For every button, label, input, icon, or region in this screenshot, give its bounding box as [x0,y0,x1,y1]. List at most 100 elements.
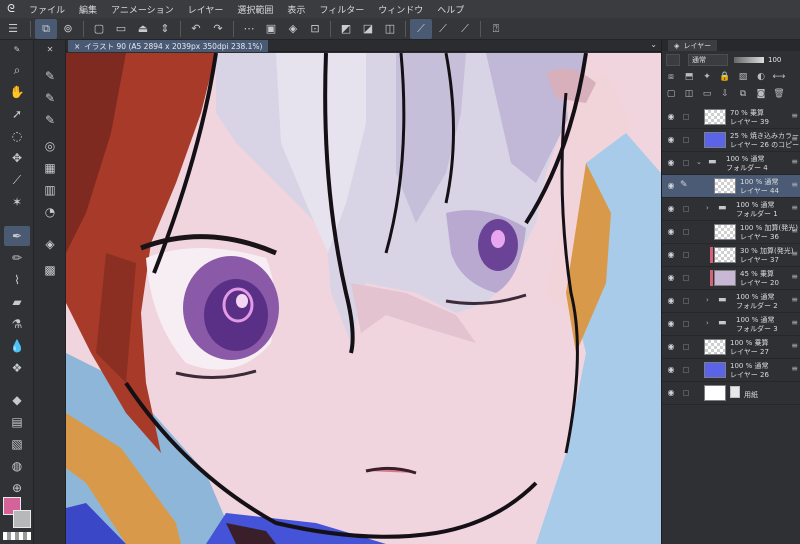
transparent-color-swatch[interactable] [3,532,31,540]
layer-row[interactable]: ◉ › ▬ 100 % 通常 フォルダー 2 ≡ [662,290,800,313]
add-mask-icon[interactable]: ◙ [752,89,770,99]
clear-layer-icon[interactable]: ◩ [335,19,357,39]
layer-property-icon[interactable]: ◎ [37,136,63,156]
menu-help[interactable]: ヘルプ [430,3,471,16]
menu-window[interactable]: ウィンドウ [371,3,430,16]
material-icon[interactable]: ▥ [37,180,63,200]
frame-icon[interactable]: ▤ [4,412,30,432]
lock-toggle-icon[interactable] [683,114,689,120]
merge-down-icon[interactable]: ⧉ [734,89,752,99]
reference-icon[interactable]: ⬒ [680,72,698,82]
lock-toggle-icon[interactable] [683,252,689,258]
chevron-right-icon[interactable]: › [706,204,714,212]
eye-icon[interactable]: ◉ [665,227,677,237]
lock-toggle-icon[interactable] [683,321,689,327]
eye-icon[interactable]: ◉ [665,273,677,283]
layer-menu-icon[interactable]: ≡ [791,318,798,327]
navigator-icon[interactable]: ▦ [37,158,63,178]
mask-icon[interactable]: ◐ [752,72,770,82]
layer-menu-icon[interactable]: ≡ [791,157,798,166]
eye-icon[interactable]: ◉ [665,135,677,145]
chevron-down-icon[interactable]: ⌄ [696,158,704,166]
menu-animation[interactable]: アニメーション [104,3,181,16]
pen-toggle-icon[interactable]: ✎ [4,42,30,56]
operation-icon[interactable]: ➚ [4,104,30,124]
layer-row[interactable]: ◉ 70 % 乗算 レイヤー 39 ≡ [662,106,800,129]
lock-toggle-icon[interactable] [683,206,689,212]
opacity-value[interactable]: 100 [768,56,781,64]
document-tab[interactable]: × イラスト 90 (A5 2894 x 2039px 350dpi 238.1… [68,40,269,52]
hamburger-menu-icon[interactable]: ☰ [0,19,26,39]
eye-icon[interactable]: ◉ [665,158,677,168]
close-icon[interactable]: × [74,42,80,51]
lock-toggle-icon[interactable] [683,160,689,166]
new-folder-icon[interactable]: ▭ [698,89,716,99]
g-pen-icon[interactable]: ✎ [37,66,63,86]
layer-menu-icon[interactable]: ≡ [791,180,798,189]
history-icon[interactable]: ◔ [37,202,63,222]
menu-layer[interactable]: レイヤー [181,3,231,16]
companion-mode-icon[interactable]: ⊚ [57,19,79,39]
eye-icon[interactable]: ◉ [665,342,677,352]
layer-menu-icon[interactable]: ≡ [791,295,798,304]
layer-row[interactable]: ◉ 100 % 乗算 レイヤー 27 ≡ [662,336,800,359]
layer-row[interactable]: ◉ 30 % 加算(発光) レイヤー 37 ≡ [662,244,800,267]
eye-icon[interactable]: ◉ [665,204,677,214]
hand-icon[interactable]: ✋ [4,82,30,102]
clip-icon[interactable]: ⧈ [662,72,680,82]
new-vector-layer-icon[interactable]: ◫ [680,89,698,99]
layer-menu-icon[interactable]: ≡ [791,364,798,373]
snap-grid-icon[interactable]: ⟋ [454,19,476,39]
lock-toggle-icon[interactable] [683,367,689,373]
eye-icon[interactable]: ◉ [665,365,677,375]
blend-mode-select[interactable]: 通常 [688,54,728,66]
fill-bucket-icon[interactable]: ◆ [4,390,30,410]
lock-toggle-icon[interactable] [683,344,689,350]
eye-icon[interactable]: ◉ [665,319,677,329]
transform-icon[interactable]: ⊡ [304,19,326,39]
layer-row[interactable]: ◉ › ▬ 100 % 通常 フォルダー 3 ≡ [662,313,800,336]
opacity-slider[interactable] [734,57,764,63]
menu-selection[interactable]: 選択範囲 [230,3,280,16]
airbrush-icon[interactable]: ⚗ [4,314,30,334]
menu-filter[interactable]: フィルター [312,3,371,16]
gradient-icon[interactable]: ▧ [4,434,30,454]
sub-color-swatch[interactable] [13,510,31,528]
open-file-icon[interactable]: ▭ [110,19,132,39]
ipad-mode-icon[interactable]: ⧉ [35,18,57,39]
lock-toggle-icon[interactable] [683,137,689,143]
deselect-icon[interactable]: ⋯ [238,19,260,39]
layer-menu-icon[interactable]: ≡ [791,134,798,143]
layer-panel-tab[interactable]: ◈ レイヤー [668,40,718,51]
app-logo-icon[interactable]: ᘓ [0,0,22,18]
select-all-icon[interactable]: ▣ [260,19,282,39]
layer-menu-icon[interactable]: ≡ [791,272,798,281]
pencil-icon[interactable]: ✏ [4,248,30,268]
layer-menu-icon[interactable]: ≡ [791,203,798,212]
lock-toggle-icon[interactable] [683,275,689,281]
layer-row[interactable]: ◉ 100 % 通常 レイヤー 26 ≡ [662,359,800,382]
layer-row[interactable]: ◉ 25 % 焼き込みカラー レイヤー 26 のコピー ≡ [662,129,800,152]
lasso-icon[interactable]: ◌ [4,126,30,146]
turnip-pen-icon[interactable]: ✎ [37,110,63,130]
auto-select-icon[interactable]: ✶ [4,192,30,212]
clear-outside-icon[interactable]: ◪ [357,19,379,39]
lock-icon[interactable]: 🔒 [716,72,734,82]
snap-ruler-icon[interactable]: ⟋ [410,18,432,39]
layer-row[interactable]: ◉ › ▬ 100 % 通常 フォルダー 1 ≡ [662,198,800,221]
eye-icon[interactable]: ◉ [665,296,677,306]
layer-row[interactable]: ◉ ✎ 100 % 通常 レイヤー 44 ≡ [662,175,800,198]
undo-icon[interactable]: ↶ [185,19,207,39]
eraser-icon[interactable]: ▰ [4,292,30,312]
layer-menu-icon[interactable]: ≡ [791,249,798,258]
layers-icon[interactable]: ◈ [37,234,63,254]
color-wheel-icon[interactable]: ⊕ [4,478,30,498]
delete-layer-icon[interactable]: 🗑 [770,89,788,99]
eye-icon[interactable]: ◉ [665,250,677,260]
help-icon[interactable]: ⍰ [485,19,507,39]
fill-selection-icon[interactable]: ◫ [379,19,401,39]
pen-icon[interactable]: ✒ [4,226,30,246]
decoration-icon[interactable]: ❖ [4,358,30,378]
eye-icon[interactable]: ◉ [665,388,677,398]
menu-edit[interactable]: 編集 [72,3,104,16]
